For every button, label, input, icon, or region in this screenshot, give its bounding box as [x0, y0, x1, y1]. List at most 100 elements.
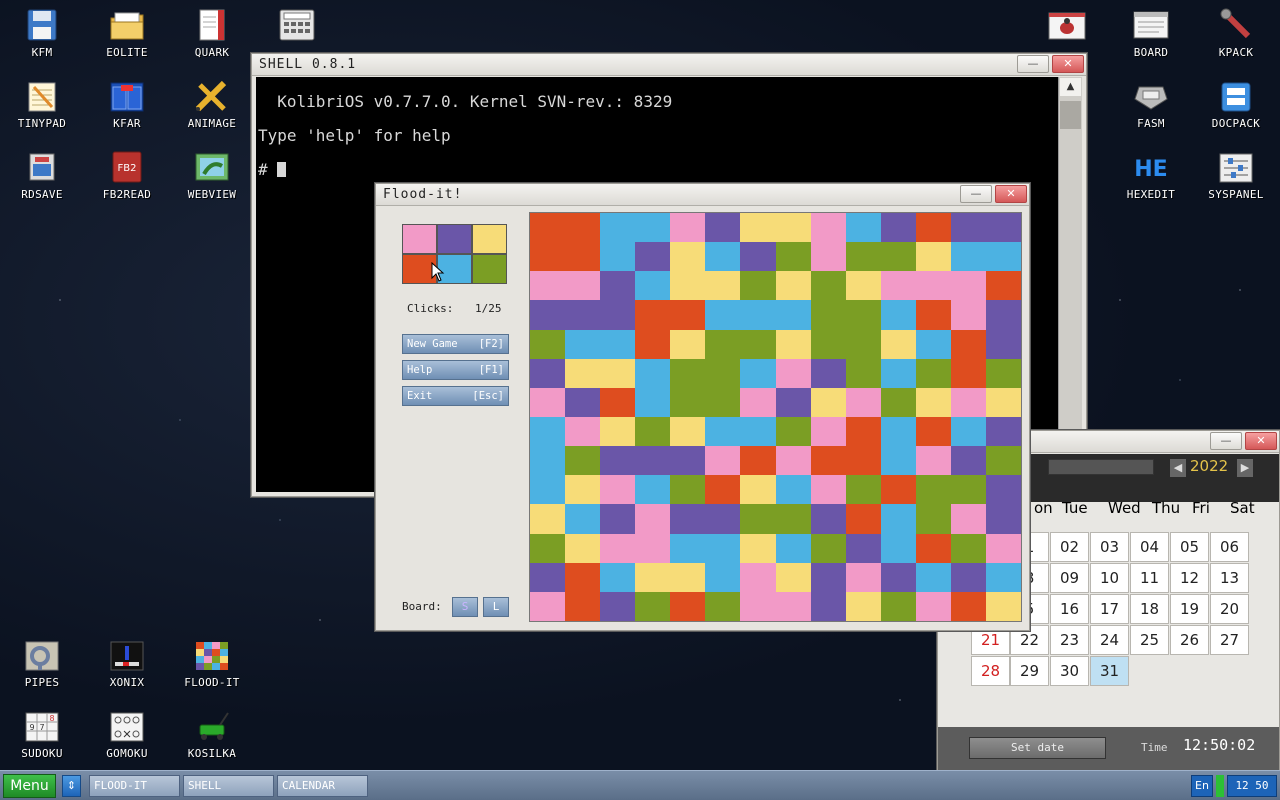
minimize-button[interactable]: —: [1017, 55, 1049, 73]
calendar-day[interactable]: 23: [1050, 625, 1089, 655]
desktop-icon-syspanel[interactable]: SYSPANEL: [1194, 144, 1278, 201]
desktop-icon-tinypad[interactable]: TINYPAD: [0, 73, 84, 130]
desktop-icon-rdsave[interactable]: RDSAVE: [0, 144, 84, 201]
close-button[interactable]: ✕: [1052, 55, 1084, 73]
month-selector[interactable]: [1048, 459, 1154, 475]
board-cell: [600, 475, 636, 505]
close-button[interactable]: ✕: [1245, 432, 1277, 450]
desktop-icon-kfar[interactable]: KFAR: [85, 73, 169, 130]
board-cell: [705, 300, 741, 330]
board-cell: [600, 533, 636, 563]
desktop-icon-sudoku[interactable]: 8 9 7 SUDOKU: [0, 703, 84, 760]
calendar-day[interactable]: 19: [1170, 594, 1209, 624]
calendar-day[interactable]: 04: [1130, 532, 1169, 562]
board-cell: [915, 329, 951, 359]
calendar-day[interactable]: 11: [1130, 563, 1169, 593]
lawnmower-icon: [192, 709, 232, 745]
help-button[interactable]: Help [F1]: [402, 360, 509, 380]
new-game-button[interactable]: New Game [F2]: [402, 334, 509, 354]
calendar-day[interactable]: 20: [1210, 594, 1249, 624]
minimize-button[interactable]: —: [960, 185, 992, 203]
calendar-day[interactable]: 17: [1090, 594, 1129, 624]
desktop-icon-label: QUARK: [194, 46, 230, 59]
calendar-day[interactable]: 02: [1050, 532, 1089, 562]
desktop-icon-fb2read[interactable]: FB2 FB2READ: [85, 144, 169, 201]
calendar-day[interactable]: 30: [1050, 656, 1089, 686]
flood-titlebar[interactable]: Flood-it! — ✕: [376, 184, 1029, 206]
task-flood-it[interactable]: FLOOD-IT: [89, 775, 180, 797]
desktop-icon-kosilka[interactable]: KOSILKA: [170, 703, 254, 760]
shell-titlebar[interactable]: SHELL 0.8.1 — ✕: [252, 54, 1086, 76]
pipes-icon: [22, 638, 62, 674]
desktop-icon-gomoku[interactable]: GOMOKU: [85, 703, 169, 760]
calendar-day[interactable]: 09: [1050, 563, 1089, 593]
color-swatch-pink[interactable]: [402, 224, 437, 254]
desktop-icon-docpack[interactable]: DOCPACK: [1194, 73, 1278, 130]
menu-button[interactable]: Menu: [3, 774, 56, 798]
minimize-button[interactable]: —: [1210, 432, 1242, 450]
desktop-icon-xonix[interactable]: XONIX: [85, 632, 169, 689]
calculator-desktop-icon[interactable]: [255, 2, 339, 46]
svg-text:8: 8: [49, 714, 54, 723]
task-shell[interactable]: SHELL: [183, 775, 274, 797]
board-cell: [600, 242, 636, 272]
desktop-icon-animage[interactable]: ANIMAGE: [170, 73, 254, 130]
board-cell: [810, 562, 846, 592]
desktop-icon-kfm[interactable]: KFM: [0, 2, 84, 59]
color-swatch-green[interactable]: [472, 254, 507, 284]
board-cell: [705, 562, 741, 592]
calendar-day[interactable]: 16: [1050, 594, 1089, 624]
switch-window-icon[interactable]: ⇕: [62, 775, 81, 797]
calendar-day[interactable]: 25: [1130, 625, 1169, 655]
prev-year-arrow-icon[interactable]: ◀: [1170, 459, 1186, 477]
flood-board[interactable]: [529, 212, 1022, 622]
task-calendar[interactable]: CALENDAR: [277, 775, 368, 797]
calendar-day[interactable]: 10: [1090, 563, 1129, 593]
desktop-icon-hexedit[interactable]: HE HEXEDIT: [1109, 144, 1193, 201]
calendar-day[interactable]: 12: [1170, 563, 1209, 593]
set-date-button[interactable]: Set date: [969, 737, 1106, 759]
desktop-icon-pipes[interactable]: PIPES: [0, 632, 84, 689]
color-swatch-purple[interactable]: [437, 224, 472, 254]
desktop-icon-board[interactable]: BOARD: [1109, 2, 1193, 59]
color-swatch-yellow[interactable]: [472, 224, 507, 254]
calendar-day[interactable]: 13: [1210, 563, 1249, 593]
calendar-day[interactable]: 06: [1210, 532, 1249, 562]
scroll-thumb[interactable]: [1060, 101, 1081, 129]
board-cell: [670, 358, 706, 388]
calendar-day[interactable]: 03: [1090, 532, 1129, 562]
exit-button[interactable]: Exit [Esc]: [402, 386, 509, 406]
bug-desktop-icon[interactable]: [1025, 2, 1109, 46]
board-cell: [845, 271, 881, 301]
taskbar-clock[interactable]: 12 50: [1227, 775, 1277, 797]
board-cell: [810, 387, 846, 417]
weekday-header: Fri: [1192, 499, 1210, 517]
calendar-day[interactable]: 29: [1010, 656, 1049, 686]
calendar-day[interactable]: 28: [971, 656, 1010, 686]
desktop-icon-kpack[interactable]: KPACK: [1194, 2, 1278, 59]
board-cell: [600, 504, 636, 534]
calendar-day[interactable]: 05: [1170, 532, 1209, 562]
activity-indicator: [1216, 775, 1224, 797]
language-indicator[interactable]: En: [1191, 775, 1213, 797]
scroll-up-arrow-icon[interactable]: ▲: [1060, 78, 1081, 96]
desktop-icon-fasm[interactable]: FASM: [1109, 73, 1193, 130]
board-cell: [880, 446, 916, 476]
desktop-icon-flood-it[interactable]: FLOOD-IT: [170, 632, 254, 689]
desktop-icon-eolite[interactable]: EOLITE: [85, 2, 169, 59]
clicks-value: 1/25: [475, 302, 502, 315]
calendar-day[interactable]: 18: [1130, 594, 1169, 624]
calendar-day[interactable]: 26: [1170, 625, 1209, 655]
close-button[interactable]: ✕: [995, 185, 1027, 203]
board-small-button[interactable]: S: [452, 597, 478, 617]
board-large-button[interactable]: L: [483, 597, 509, 617]
calendar-day[interactable]: 31: [1090, 656, 1129, 686]
board-cell: [565, 329, 601, 359]
desktop-icon-quark[interactable]: QUARK: [170, 2, 254, 59]
next-year-arrow-icon[interactable]: ▶: [1237, 459, 1253, 477]
calendar-day[interactable]: 24: [1090, 625, 1129, 655]
board-cell: [740, 591, 776, 621]
calendar-day[interactable]: 27: [1210, 625, 1249, 655]
flood-it-window[interactable]: Flood-it! — ✕ Clicks: 1/25 New Game [F2] …: [375, 183, 1030, 631]
desktop-icon-webview[interactable]: WEBVIEW: [170, 144, 254, 201]
